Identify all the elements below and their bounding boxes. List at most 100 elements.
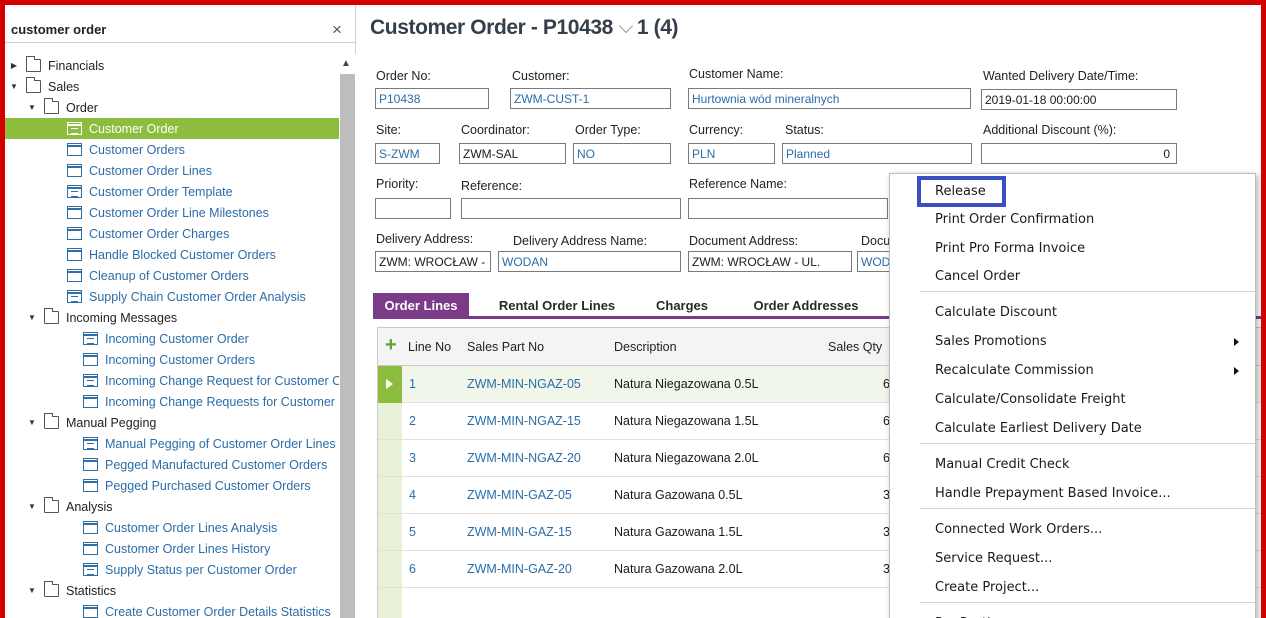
tree-folder[interactable]: ▼ Incoming Messages [5,307,339,328]
coordinator-field[interactable]: ZWM-SAL [459,143,566,164]
cell-line-no[interactable]: 2 [409,414,416,428]
tree-item[interactable]: Customer Order Lines [5,160,339,181]
tab-order-addresses[interactable]: Order Addresses [731,293,881,319]
column-header-sales-qty[interactable]: Sales Qty [828,340,882,354]
tree-folder[interactable]: ▼ Order [5,97,339,118]
cell-sales-part-no[interactable]: ZWM-MIN-NGAZ-15 [467,414,581,428]
cell-sales-part-no[interactable]: ZWM-MIN-GAZ-20 [467,562,572,576]
page-icon [67,227,82,240]
order-type-field[interactable]: NO [573,143,671,164]
tree-item[interactable]: Customer Orders [5,139,339,160]
tree-item[interactable]: Manual Pegging of Customer Order Lines [5,433,339,454]
menu-item-service-request[interactable]: Service Request... [890,545,1255,573]
tree-item[interactable]: Supply Status per Customer Order [5,559,339,580]
tree-item[interactable]: Customer Order Lines History [5,538,339,559]
tree-folder[interactable]: ▼ Statistics [5,580,339,601]
tree-item[interactable]: Cleanup of Customer Orders [5,265,339,286]
tree-item[interactable]: Incoming Customer Order [5,328,339,349]
expand-down-icon[interactable]: ▼ [26,586,38,595]
cell-line-no[interactable]: 5 [409,525,416,539]
cell-line-no[interactable]: 1 [409,377,416,391]
menu-item-pre-posting[interactable]: Pre Posting [890,610,1255,618]
order-no-field[interactable]: P10438 [375,88,489,109]
tree-folder[interactable]: ▼ Analysis [5,496,339,517]
menu-item-print-pro-forma-invoice[interactable]: Print Pro Forma Invoice [890,235,1255,263]
column-header-line-no[interactable]: Line No [408,340,451,354]
tree-item[interactable]: Customer Order Line Milestones [5,202,339,223]
navigator-search[interactable]: customer order × [5,17,356,43]
menu-item-manual-credit-check[interactable]: Manual Credit Check [890,451,1255,479]
site-field[interactable]: S-ZWM [375,143,440,164]
add-row-icon[interactable]: + [385,334,397,357]
tab-order-lines[interactable]: Order Lines [373,293,469,319]
tree-folder[interactable]: ▼ Manual Pegging [5,412,339,433]
page-icon [83,437,98,450]
wanted-delivery-field[interactable]: 2019-01-18 00:00:00 [981,89,1177,110]
menu-item-create-project[interactable]: Create Project... [890,574,1255,602]
tree-item[interactable]: Pegged Purchased Customer Orders [5,475,339,496]
tree-item[interactable]: Incoming Change Request for Customer Ord… [5,370,339,391]
page-icon [83,563,98,576]
menu-item-sales-promotions[interactable]: Sales Promotions [890,328,1255,356]
tree-item-label: Customer Order Lines History [105,541,271,556]
currency-field[interactable]: PLN [688,143,775,164]
menu-item-print-order-confirmation[interactable]: Print Order Confirmation [890,206,1255,234]
menu-item-recalculate-commission[interactable]: Recalculate Commission [890,357,1255,385]
cell-sales-part-no[interactable]: ZWM-MIN-GAZ-15 [467,525,572,539]
additional-discount-field[interactable]: 0 [981,143,1177,164]
reference-name-field[interactable] [688,198,888,219]
document-address-field[interactable]: ZWM: WROCŁAW - UL. [688,251,852,272]
cell-line-no[interactable]: 3 [409,451,416,465]
tree-item[interactable]: Incoming Change Requests for Customer Or… [5,391,339,412]
tab-charges[interactable]: Charges [641,293,723,319]
tree-item[interactable]: Create Customer Order Details Statistics [5,601,339,618]
cell-sales-part-no[interactable]: ZWM-MIN-GAZ-05 [467,488,572,502]
tree-item[interactable]: Pegged Manufactured Customer Orders [5,454,339,475]
close-icon[interactable]: × [332,20,342,40]
tree-item[interactable]: Supply Chain Customer Order Analysis [5,286,339,307]
menu-item-cancel-order[interactable]: Cancel Order [890,263,1255,291]
tree-folder[interactable]: ▼ Sales [5,76,339,97]
chevron-down-icon[interactable] [618,18,633,34]
menu-item-connected-work-orders[interactable]: Connected Work Orders... [890,516,1255,544]
customer-field[interactable]: ZWM-CUST-1 [510,88,671,109]
menu-item-calculate-discount[interactable]: Calculate Discount [890,299,1255,327]
tree-item[interactable]: Customer Order [5,118,339,139]
priority-field[interactable] [375,198,451,219]
menu-item-calculate-consolidate-freight[interactable]: Calculate/Consolidate Freight [890,386,1255,414]
reference-field[interactable] [461,198,681,219]
menu-item-handle-prepayment-based-invoice[interactable]: Handle Prepayment Based Invoice... [890,480,1255,508]
tree-item[interactable]: Handle Blocked Customer Orders [5,244,339,265]
scroll-up-icon[interactable]: ▲ [341,58,351,69]
expand-down-icon[interactable]: ▼ [26,502,38,511]
tree-item[interactable]: Customer Order Lines Analysis [5,517,339,538]
tab-rental-order-lines[interactable]: Rental Order Lines [481,293,633,319]
expand-down-icon[interactable]: ▼ [26,313,38,322]
scrollbar-thumb[interactable] [340,74,355,618]
column-header-description[interactable]: Description [614,340,677,354]
cell-sales-part-no[interactable]: ZWM-MIN-NGAZ-20 [467,451,581,465]
page-icon [83,542,98,555]
tree-folder[interactable]: ▶ Financials [5,55,339,76]
expand-down-icon[interactable]: ▼ [26,418,38,427]
status-field[interactable]: Planned [782,143,972,164]
customer-label: Customer: [512,69,570,83]
tree-item-label: Order [66,100,98,115]
delivery-address-name-field[interactable]: WODAN [498,251,681,272]
cell-sales-part-no[interactable]: ZWM-MIN-NGAZ-05 [467,377,581,391]
cell-line-no[interactable]: 4 [409,488,416,502]
customer-name-field[interactable]: Hurtownia wód mineralnych [688,88,971,109]
expand-down-icon[interactable]: ▼ [8,82,20,91]
document-address-label: Document Address: [689,234,799,248]
navigator-scrollbar[interactable]: ▲ [339,54,356,618]
tree-item[interactable]: Customer Order Charges [5,223,339,244]
column-header-sales-part-no[interactable]: Sales Part No [467,340,544,354]
tree-item[interactable]: Customer Order Template [5,181,339,202]
navigator-search-input[interactable]: customer order [11,22,106,37]
expand-right-icon[interactable]: ▶ [8,61,20,70]
cell-line-no[interactable]: 6 [409,562,416,576]
tree-item[interactable]: Incoming Customer Orders [5,349,339,370]
delivery-address-field[interactable]: ZWM: WROCŁAW - [375,251,491,272]
expand-down-icon[interactable]: ▼ [26,103,38,112]
menu-item-calculate-earliest-delivery-date[interactable]: Calculate Earliest Delivery Date [890,415,1255,443]
